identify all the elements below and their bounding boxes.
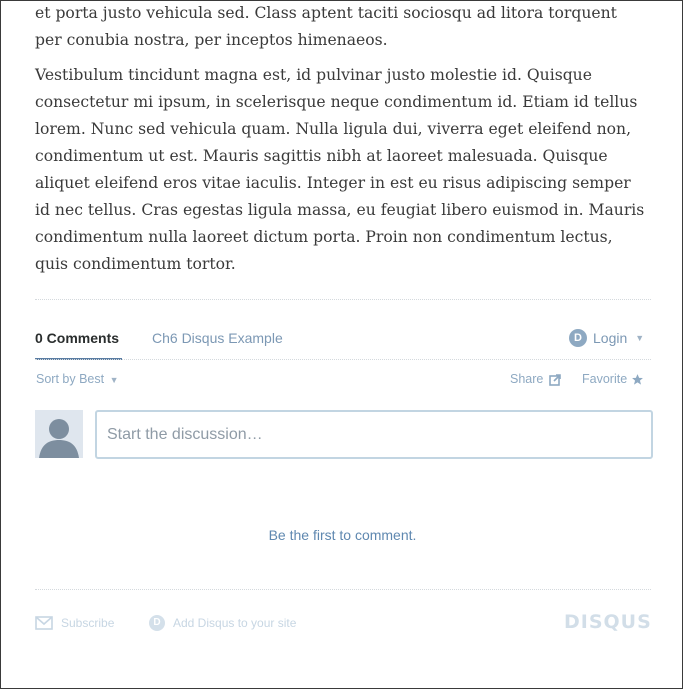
article-divider [35, 299, 651, 300]
add-disqus-label: Add Disqus to your site [173, 616, 297, 630]
login-label: Login [593, 330, 628, 346]
article-paragraph: Vestibulum tincidunt magna est, id pulvi… [35, 66, 645, 273]
share-label: Share [510, 372, 544, 386]
tab-forum[interactable]: Ch6 Disqus Example [152, 330, 283, 346]
chevron-down-icon: ▼ [109, 375, 119, 385]
add-disqus-link[interactable]: D Add Disqus to your site [149, 615, 296, 631]
article-paragraph: et porta justo vehicula sed. Class apten… [35, 4, 617, 49]
tab-comments[interactable]: 0 Comments [35, 330, 119, 346]
disqus-logo[interactable]: DISQUS [564, 611, 652, 633]
disqus-d-icon: D [569, 329, 587, 347]
article-body: et porta justo vehicula sed. Class apten… [35, 1, 645, 278]
favorite-button[interactable]: Favorite [582, 372, 644, 386]
avatar [35, 410, 83, 458]
comment-composer[interactable] [95, 410, 653, 459]
tabs-divider [35, 359, 651, 360]
chevron-down-icon: ▼ [635, 333, 645, 343]
user-avatar-icon [35, 410, 83, 458]
page: et porta justo vehicula sed. Class apten… [0, 0, 683, 689]
subscribe-link[interactable]: Subscribe [35, 616, 114, 630]
empty-comments-message: Be the first to comment. [268, 527, 417, 543]
sort-label: Sort by Best [36, 372, 105, 386]
share-icon [549, 373, 562, 386]
share-button[interactable]: Share [510, 372, 562, 386]
login-menu[interactable]: D Login ▼ [569, 329, 644, 347]
footer-divider [35, 589, 651, 590]
sort-dropdown[interactable]: Sort by Best ▼ [36, 372, 119, 386]
disqus-d-icon: D [149, 615, 165, 631]
subscribe-label: Subscribe [61, 616, 115, 630]
envelope-icon [35, 616, 53, 630]
comment-input[interactable] [97, 412, 651, 457]
star-icon [632, 373, 644, 385]
favorite-label: Favorite [582, 372, 628, 386]
